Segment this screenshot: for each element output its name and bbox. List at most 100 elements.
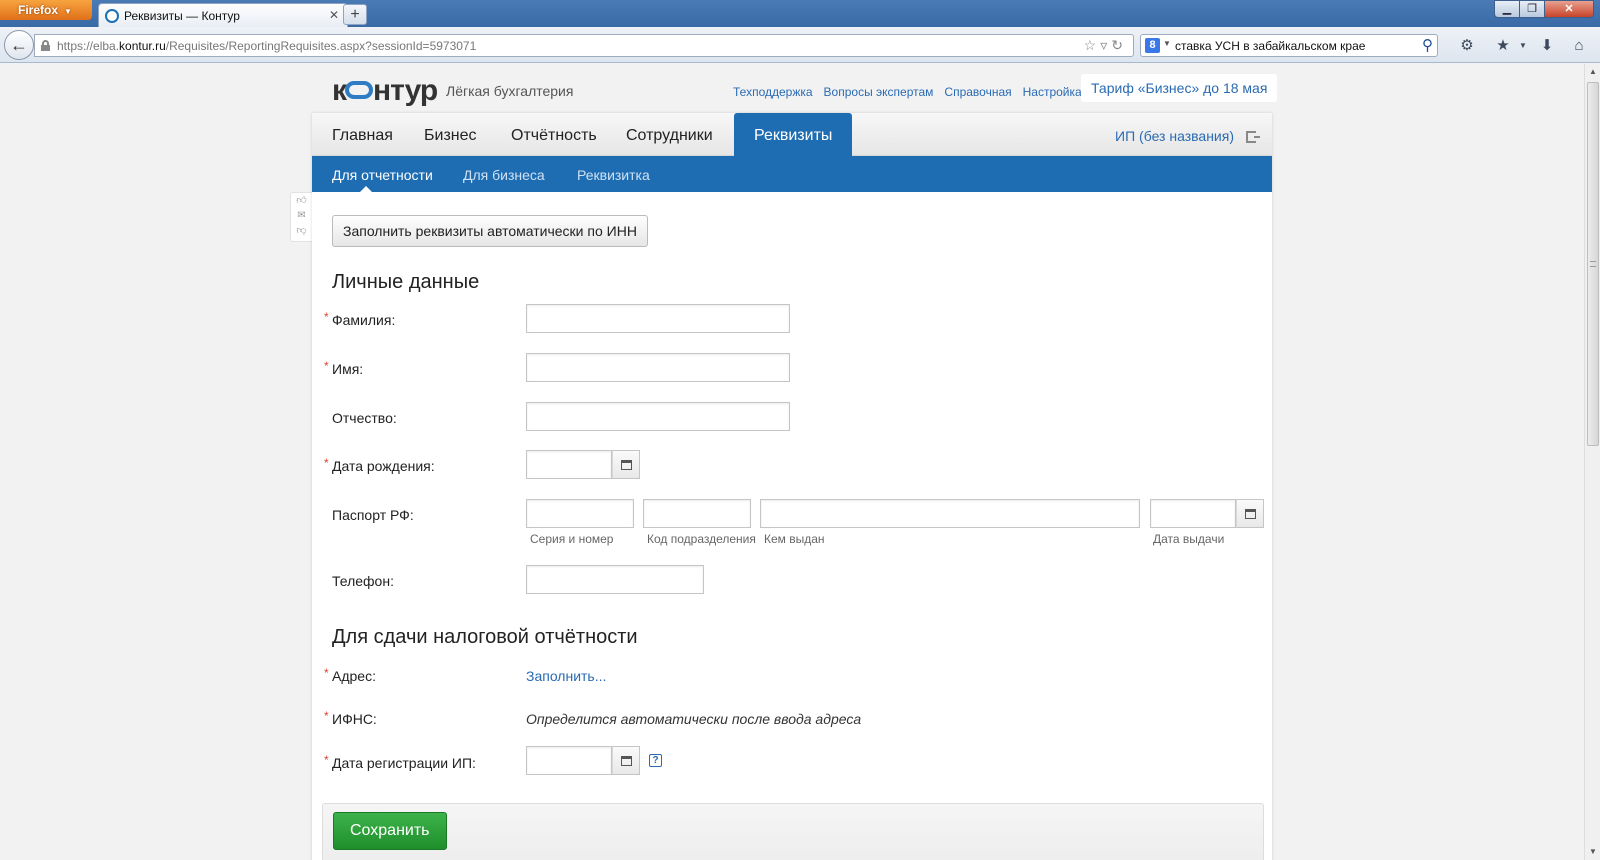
kontur-logo[interactable]: к нтур [332,74,438,108]
required-mark: * [324,456,329,470]
chevron-down-icon[interactable]: ▼ [1163,39,1171,48]
url-text: https://elba.kontur.ru/Requisites/Report… [57,39,476,53]
scrollbar-thumb[interactable] [1587,82,1599,446]
close-window-button[interactable]: ✕ [1544,0,1594,18]
passport-date-calendar-button[interactable] [1236,499,1264,528]
passport-series-hint: Серия и номер [530,532,614,546]
search-bar[interactable]: 8 ▼ ставка УСН в забайкальском крае ⚲ [1140,34,1438,57]
personal-data-title: Личные данные [332,271,480,293]
birth-date-label: * Дата рождения: [324,456,435,474]
reload-icon[interactable]: ↻ [1111,37,1127,53]
back-arrow-icon[interactable]: ← [4,30,34,60]
passport-issue-date-hint: Дата выдачи [1153,532,1225,546]
name-label-text: Имя: [332,361,364,377]
feedback-widget: 👍︎ ✉ 👎︎ [290,192,312,242]
scroll-down-icon[interactable]: ▼ [1585,844,1600,860]
link-support[interactable]: Техподдержка [733,85,813,99]
firefox-menu-button[interactable]: Firefox ▼ [0,0,92,20]
page-viewport: к нтур Лёгкая бухгалтерия Техподдержка Воп… [0,64,1584,860]
exit-icon[interactable] [1246,131,1260,143]
address-label: * Адрес: [324,666,376,684]
help-icon[interactable]: ? [649,754,662,767]
registration-date-field[interactable] [526,746,612,775]
browser-tab[interactable]: Реквизиты — Контур ✕ [98,3,348,27]
registration-date-calendar-button[interactable] [612,746,640,775]
required-mark: * [324,666,329,680]
passport-issued-by-hint: Кем выдан [764,532,825,546]
search-input[interactable]: ставка УСН в забайкальском крае [1175,39,1365,53]
subtab-card[interactable]: Реквизитка [577,156,650,192]
passport-issue-date-field[interactable] [1150,499,1236,528]
fill-address-link[interactable]: Заполнить... [526,668,606,684]
cloud-logo-icon [345,81,374,99]
kontur-favicon-icon [105,9,119,23]
birth-date-label-text: Дата рождения: [332,458,435,474]
subtab-reporting[interactable]: Для отчетности [332,156,433,192]
ifns-auto-text: Определится автоматически после ввода ад… [526,711,862,727]
downloads-icon[interactable]: ⬇ [1538,37,1556,55]
tab-main[interactable]: Главная [332,113,393,156]
user-name-link[interactable]: ИП (без названия) [1115,113,1234,160]
required-mark: * [324,709,329,723]
passport-issued-by-field[interactable] [760,499,1140,528]
passport-division-field[interactable] [643,499,751,528]
bookmark-star-icon[interactable]: ☆ [1084,37,1101,53]
registration-date-label: * Дата регистрации ИП: [324,753,476,771]
link-settings[interactable]: Настройка [1023,85,1082,99]
maximize-window-button[interactable]: ❐ [1519,0,1545,18]
registration-date-label-text: Дата регистрации ИП: [332,755,476,771]
phone-label: Телефон: [332,573,394,589]
url-domain: kontur.ru [119,39,166,53]
url-prefix: https://elba. [57,39,120,53]
required-mark: * [324,359,329,373]
magnifier-icon[interactable]: ⚲ [1422,36,1433,54]
thumbs-down-icon[interactable]: 👎︎ [291,223,312,238]
tab-employees[interactable]: Сотрудники [626,113,713,156]
tab-business[interactable]: Бизнес [424,113,477,156]
required-mark: * [324,310,329,324]
surname-field[interactable] [526,304,790,333]
chevron-down-icon: ▼ [64,7,72,16]
ifns-label: * ИФНС: [324,709,377,727]
birth-date-calendar-button[interactable] [612,450,640,479]
tab-requisites[interactable]: Реквизиты [734,113,853,156]
header-links: Техподдержка Вопросы экспертам Справочная Н… [733,85,1093,99]
scroll-up-icon[interactable]: ▲ [1585,64,1600,80]
thumbs-up-icon[interactable]: 👍︎ [291,193,312,208]
patronymic-field[interactable] [526,402,790,431]
page-scrollbar[interactable]: ▲ ▼ [1584,64,1600,860]
mail-icon[interactable]: ✉ [291,208,312,223]
active-subtab-pointer [360,186,372,192]
navigation-toolbar: ← https://elba.kontur.ru/Requisites/Repo… [0,27,1600,63]
calendar-icon [621,460,632,470]
close-tab-icon[interactable]: ✕ [329,8,339,22]
patronymic-label: Отчество: [332,410,397,426]
logo-text-start: к [332,74,347,107]
birth-date-field[interactable] [526,450,612,479]
phone-field[interactable] [526,565,704,594]
search-engine-icon[interactable]: 8 [1145,38,1160,53]
name-field[interactable] [526,353,790,382]
save-button[interactable]: Сохранить [333,812,447,850]
subtab-business[interactable]: Для бизнеса [463,156,545,192]
logo-subtitle: Лёгкая бухгалтерия [446,83,574,99]
link-experts[interactable]: Вопросы экспертам [824,85,934,99]
sub-navigation: Для отчетности Для бизнеса Реквизитка [312,156,1272,192]
surname-label-text: Фамилия: [332,312,396,328]
home-icon[interactable]: ⌂ [1570,37,1588,55]
minimize-window-button[interactable]: ▁ [1494,0,1520,18]
link-reference[interactable]: Справочная [944,85,1011,99]
url-path: /Requisites/ReportingRequisites.aspx?ses… [165,39,477,53]
bookmarks-icon[interactable]: ★ [1494,37,1512,55]
url-bar-actions[interactable]: ☆▿↻ [1084,37,1127,54]
new-tab-button[interactable]: + [343,4,367,25]
chevron-down-icon[interactable]: ▼ [1514,37,1532,55]
address-label-text: Адрес: [332,668,376,684]
addon-icon[interactable]: ⚙ [1458,37,1476,55]
passport-series-field[interactable] [526,499,634,528]
tariff-badge[interactable]: Тариф «Бизнес» до 18 мая [1081,74,1278,102]
tab-reporting[interactable]: Отчётность [511,113,597,156]
dropdown-icon[interactable]: ▿ [1100,37,1111,53]
url-bar[interactable]: https://elba.kontur.ru/Requisites/Report… [34,34,1134,57]
fill-by-inn-button[interactable]: Заполнить реквизиты автоматически по ИНН [332,215,648,247]
